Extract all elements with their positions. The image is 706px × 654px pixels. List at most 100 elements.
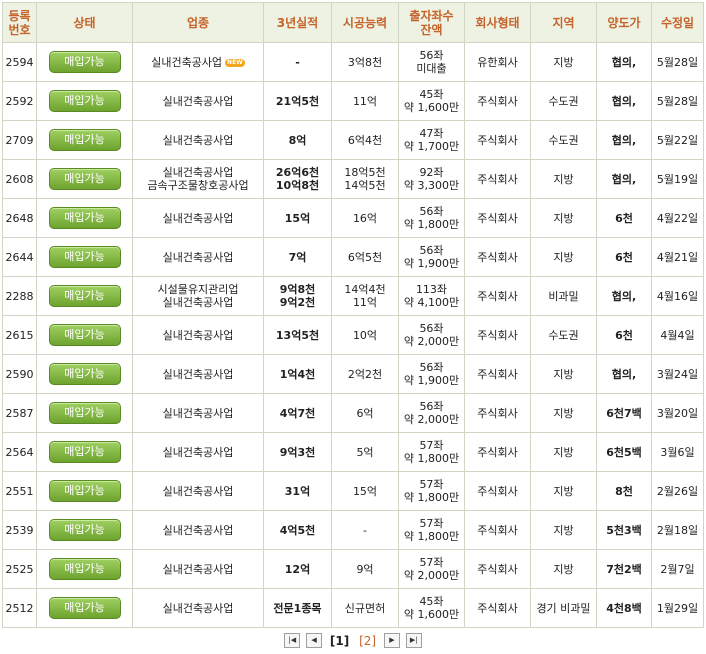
column-header: 등록 번호	[2, 2, 37, 43]
page-2-link[interactable]: [2]	[359, 634, 376, 648]
status-cell: 매입가능	[36, 159, 133, 199]
table-row[interactable]: 2564 매입가능 실내건축공사업 9억3천 5억 57좌 약 1,800만 주식회사 지방 6천…	[2, 432, 704, 472]
cell-line: 56좌	[419, 49, 444, 62]
table-row[interactable]: 2590 매입가능 실내건축공사업 1억4천 2억2천 56좌 약 1,900만 주식회사 지방…	[2, 354, 704, 394]
price-cell: 7천2백	[596, 549, 652, 589]
modified-date-cell: 2월26일	[651, 471, 704, 511]
performance-cell: 15억	[263, 198, 332, 238]
cell-line: 5억	[356, 445, 374, 459]
region-cell: 지방	[530, 510, 597, 550]
cell-line: 약 2,000만	[403, 413, 460, 426]
cell-line: 약 2,000만	[403, 569, 460, 582]
buy-available-button[interactable]: 매입가능	[48, 402, 121, 424]
table-row[interactable]: 2288 매입가능 시설물유지관리업 실내건축공사업 9억8천 9억2천 14억4천 11억 1…	[2, 276, 704, 316]
cell-line: 신규면허	[344, 601, 386, 615]
region-cell: 수도권	[530, 315, 597, 355]
cell-line: 실내건축공사업	[162, 445, 234, 459]
table-header-row: 등록 번호 상태 업종 3년실적 시공능력 출자좌수 잔액 회사형태 지역 양도가 수정일	[2, 2, 704, 43]
table-row[interactable]: 2587 매입가능 실내건축공사업 4억7천 6억 56좌 약 2,000만 주식회사 지방 6천…	[2, 393, 704, 433]
cell-line: 56좌	[419, 244, 444, 257]
company-type-cell: 주식회사	[464, 159, 531, 199]
modified-date-cell: 4월22일	[651, 198, 704, 238]
price-cell: 6천7백	[596, 393, 652, 433]
modified-date-cell: 2월18일	[651, 510, 704, 550]
capacity-cell: 신규면허	[331, 588, 399, 628]
buy-available-button[interactable]: 매입가능	[48, 441, 121, 463]
table-row[interactable]: 2525 매입가능 실내건축공사업 12억 9억 57좌 약 2,000만 주식회사 지방 7천2…	[2, 549, 704, 589]
column-header: 3년실적	[263, 2, 332, 43]
cell-line: -	[363, 523, 367, 537]
cell-line: 11억	[352, 94, 378, 108]
table-row[interactable]: 2608 매입가능 실내건축공사업 금속구조물창호공사업 26억6천 10억8천 18억5천…	[2, 159, 704, 199]
registration-number: 2288	[2, 276, 37, 316]
table-row[interactable]: 2615 매입가능 실내건축공사업 13억5천 10억 56좌 약 2,000만 주식회사 수도…	[2, 315, 704, 355]
buy-available-button[interactable]: 매입가능	[48, 51, 121, 73]
cell-line: 실내건축공사업	[162, 523, 234, 537]
first-page-icon[interactable]: |◀	[284, 633, 301, 648]
cell-line: 45좌	[419, 88, 444, 101]
region-cell: 지방	[530, 198, 597, 238]
registration-number: 2512	[2, 588, 37, 628]
company-type-cell: 주식회사	[464, 198, 531, 238]
cell-line: 실내건축공사업	[162, 94, 234, 108]
buy-available-button[interactable]: 매입가능	[48, 168, 121, 190]
cell-line: 57좌	[419, 478, 444, 491]
cell-line: 실내건축공사업	[162, 328, 234, 342]
last-page-icon[interactable]: ▶|	[405, 633, 422, 648]
cell-line: 47좌	[419, 127, 444, 140]
company-type-cell: 주식회사	[464, 276, 531, 316]
status-cell: 매입가능	[36, 588, 133, 628]
table-row[interactable]: 2512 매입가능 실내건축공사업 전문1종목 신규면허 45좌 약 1,600만 주식회사 경…	[2, 588, 704, 628]
price-cell: 6천	[596, 315, 652, 355]
capacity-cell: 9억	[331, 549, 399, 589]
performance-cell: 9억8천 9억2천	[263, 276, 332, 316]
cell-line: 14억4천	[344, 283, 386, 296]
modified-date-cell: 1월29일	[651, 588, 704, 628]
table-row[interactable]: 2644 매입가능 실내건축공사업 7억 6억5천 56좌 약 1,900만 주식회사 지방 6천…	[2, 237, 704, 277]
table-row[interactable]: 2592 매입가능 실내건축공사업 21억5천 11억 45좌 약 1,600만 주식회사 수도…	[2, 81, 704, 121]
prev-page-icon[interactable]: ◀	[306, 633, 323, 648]
buy-available-button[interactable]: 매입가능	[48, 285, 121, 307]
column-header: 양도가	[596, 2, 652, 43]
cell-line: 6억	[356, 406, 374, 420]
balance-cell: 56좌 약 1,800만	[398, 198, 465, 238]
industry-cell: 실내건축공사업	[132, 237, 264, 277]
table-row[interactable]: 2551 매입가능 실내건축공사업 31억 15억 57좌 약 1,800만 주식회사 지방 8천…	[2, 471, 704, 511]
company-type-cell: 주식회사	[464, 510, 531, 550]
next-page-icon[interactable]: ▶	[383, 633, 400, 648]
cell-line: 시설물유지관리업	[157, 283, 239, 296]
status-cell: 매입가능	[36, 432, 133, 472]
cell-line: 14억5천	[344, 179, 386, 192]
status-cell: 매입가능	[36, 393, 133, 433]
buy-available-button[interactable]: 매입가능	[48, 129, 121, 151]
table-row[interactable]: 2539 매입가능 실내건축공사업 4억5천 -57좌 약 1,800만 주식회사 지방 5천3…	[2, 510, 704, 550]
balance-cell: 45좌 약 1,600만	[398, 588, 465, 628]
buy-available-button[interactable]: 매입가능	[48, 90, 121, 112]
balance-cell: 57좌 약 1,800만	[398, 471, 465, 511]
table-row[interactable]: 2648 매입가능 실내건축공사업 15억 16억 56좌 약 1,800만 주식회사 지방 6천…	[2, 198, 704, 238]
performance-cell: 31억	[263, 471, 332, 511]
buy-available-button[interactable]: 매입가능	[48, 480, 121, 502]
status-cell: 매입가능	[36, 198, 133, 238]
region-cell: 수도권	[530, 120, 597, 160]
buy-available-button[interactable]: 매입가능	[48, 558, 121, 580]
cell-line: 실내건축공사업	[162, 367, 234, 381]
performance-cell: 26억6천 10억8천	[263, 159, 332, 199]
buy-available-button[interactable]: 매입가능	[48, 324, 121, 346]
buy-available-button[interactable]: 매입가능	[48, 363, 121, 385]
buy-available-button[interactable]: 매입가능	[48, 597, 121, 619]
buy-available-button[interactable]: 매입가능	[48, 519, 121, 541]
buy-available-button[interactable]: 매입가능	[48, 246, 121, 268]
region-cell: 비과밀	[530, 276, 597, 316]
cell-line: 16억	[352, 211, 378, 225]
cell-line: 31억	[284, 484, 311, 498]
table-row[interactable]: 2709 매입가능 실내건축공사업 8억 6억4천 47좌 약 1,700만 주식회사 수도권 협…	[2, 120, 704, 160]
company-type-cell: 주식회사	[464, 432, 531, 472]
modified-date-cell: 5월19일	[651, 159, 704, 199]
table-row[interactable]: 2594 매입가능 실내건축공사업 NEW -3억8천 56좌 미대출 유한회사 지방 협의, 5월…	[2, 42, 704, 82]
pagination: |◀ ◀ [1] [2] ▶ ▶|	[0, 633, 706, 653]
buy-available-button[interactable]: 매입가능	[48, 207, 121, 229]
performance-cell: 12억	[263, 549, 332, 589]
modified-date-cell: 3월6일	[651, 432, 704, 472]
column-header: 지역	[530, 2, 597, 43]
